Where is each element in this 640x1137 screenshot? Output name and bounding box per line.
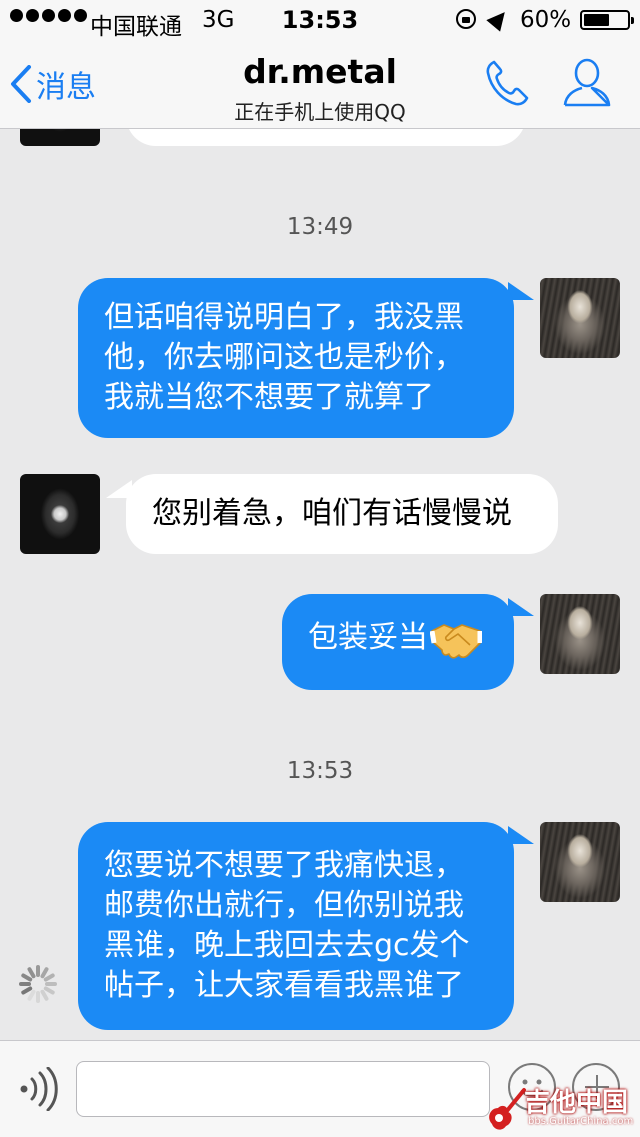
voice-icon xyxy=(20,1066,58,1112)
watermark-text: 吉他中国 xyxy=(524,1088,629,1118)
rotation-lock-icon xyxy=(456,9,476,29)
call-button[interactable] xyxy=(484,58,530,112)
profile-button[interactable] xyxy=(562,56,612,112)
outgoing-message-bubble[interactable]: 但话咱得说明白了，我没黑他，你去哪问这也是秒价，我就当您不想要了就算了 xyxy=(78,278,514,438)
message-text: 您别着急，咱们有话慢慢说 xyxy=(152,496,512,531)
my-avatar[interactable] xyxy=(540,822,620,902)
my-avatar[interactable] xyxy=(540,594,620,674)
handshake-emoji-icon xyxy=(430,623,482,659)
message-text: 包装妥当 xyxy=(308,620,428,655)
message-timestamp: 13:53 xyxy=(286,758,354,784)
message-timestamp: 13:49 xyxy=(286,214,354,240)
message-text: 您要说不想要了我痛快退，邮费你出就行，但你别说我黑谁，晚上我回去去gc发个帖子，… xyxy=(104,848,470,1003)
incoming-message-bubble[interactable]: 您别着急，咱们有话慢慢说 xyxy=(126,474,558,554)
status-bar: 中国联通 3G 13:53 60% xyxy=(0,0,640,40)
voice-button[interactable] xyxy=(18,1066,58,1115)
outgoing-message-bubble[interactable]: 包装妥当 xyxy=(282,594,514,690)
phone-icon xyxy=(486,60,529,106)
watermark: 吉他中国 bbs.GuitarChina.com xyxy=(484,1080,640,1136)
message-input[interactable] xyxy=(76,1061,490,1117)
battery-percent: 60% xyxy=(520,7,572,33)
sending-spinner-icon xyxy=(19,965,57,1003)
my-avatar[interactable] xyxy=(540,278,620,358)
watermark-url: bbs.GuitarChina.com xyxy=(528,1116,634,1127)
chat-header: 消息 dr.metal 正在手机上使用QQ xyxy=(0,40,640,129)
contact-status: 正在手机上使用QQ xyxy=(234,100,406,124)
guitar-logo-icon xyxy=(489,1088,526,1130)
contact-name: dr.metal xyxy=(243,52,397,91)
outgoing-message-bubble[interactable]: 您要说不想要了我痛快退，邮费你出就行，但你别说我黑谁，晚上我回去去gc发个帖子，… xyxy=(78,822,514,1030)
battery-icon xyxy=(580,10,634,30)
contact-avatar[interactable] xyxy=(20,474,100,554)
person-icon xyxy=(563,58,611,107)
message-text: 但话咱得说明白了，我没黑他，你去哪问这也是秒价，我就当您不想要了就算了 xyxy=(104,300,464,415)
